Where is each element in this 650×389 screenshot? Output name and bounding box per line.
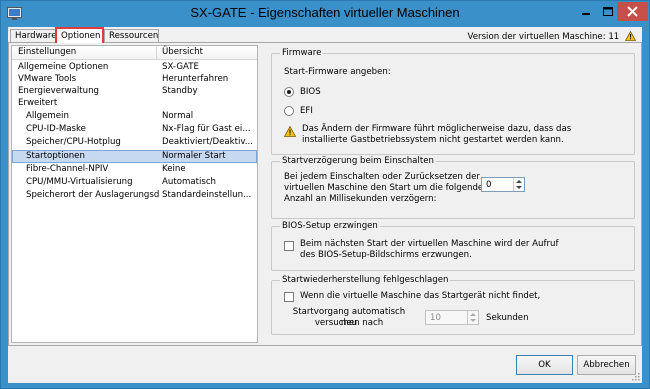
list-item-name: Startoptionen [26, 151, 85, 161]
dialog-client-area: Hardware Optionen Ressourcen Version der… [8, 27, 642, 383]
list-item-cpu-id-maske[interactable]: CPU-ID-Maske Nx-Flag für Gast ei... [12, 124, 257, 136]
resize-grip-icon[interactable] [631, 372, 640, 381]
list-item-name: Allgemein [26, 111, 69, 121]
list-item-erweitert[interactable]: Erweitert [12, 98, 257, 110]
firmware-warning-line1: Das Ändern der Firmware führt möglicherw… [302, 124, 572, 134]
list-item-value: Automatisch [162, 177, 216, 187]
bios-setup-text-line1[interactable]: Beim nächsten Start der virtuellen Masch… [300, 239, 558, 250]
boot-retry-stepper[interactable]: 10 [425, 310, 479, 325]
cancel-button[interactable]: Abbrechen [577, 355, 636, 375]
boot-delay-group: Startverzögerung beim Einschalten Bei je… [271, 156, 635, 219]
boot-retry-checkbox-label[interactable]: Wenn die virtuelle Maschine das Startger… [300, 291, 540, 302]
title-bar[interactable]: SX-GATE - Eigenschaften virtueller Masch… [1, 1, 649, 27]
boot-retry-group: Startwiederherstellung fehlgeschlagen We… [271, 275, 635, 335]
vm-version-info: Version der virtuellen Maschine: 11 [467, 29, 637, 42]
boot-delay-text-line3: Anzahl an Millisekunden verzögern: [284, 194, 437, 204]
radio-selected-dot [287, 90, 291, 94]
boot-retry-checkbox[interactable] [284, 292, 294, 302]
ok-button[interactable]: OK [516, 355, 573, 375]
radio-efi[interactable] [284, 106, 294, 116]
bios-setup-group-title: BIOS-Setup erzwingen [280, 221, 380, 231]
bios-setup-checkbox[interactable] [284, 241, 294, 251]
close-icon[interactable] [617, 2, 648, 21]
list-item-value: Standardeinstellun... [162, 190, 252, 200]
list-item-startoptionen[interactable]: Startoptionen Normaler Start [12, 150, 257, 163]
list-item-value: Deaktiviert/Deaktiv... [162, 137, 253, 147]
firmware-group-title: Firmware [280, 48, 324, 58]
firmware-group: Firmware Start-Firmware angeben: BIOS EF… [271, 48, 635, 155]
arrow-up-icon[interactable] [470, 313, 476, 316]
arrow-down-icon[interactable] [516, 186, 522, 189]
boot-delay-value: 0 [486, 180, 492, 190]
radio-bios[interactable] [284, 87, 294, 97]
list-item-name: CPU/MMU-Virtualisierung [26, 177, 133, 187]
radio-bios-label[interactable]: BIOS [300, 87, 321, 98]
boot-delay-stepper-arrows[interactable] [513, 178, 524, 191]
arrow-up-icon[interactable] [516, 180, 522, 183]
column-divider[interactable] [156, 46, 157, 60]
boot-delay-text-line2: virtuellen Maschine den Start um die fol… [284, 183, 484, 193]
list-item-name: Speicher/CPU-Hotplug [26, 137, 121, 147]
list-item-name: VMware Tools [18, 74, 77, 84]
list-item-name: Fibre-Channel-NPIV [26, 164, 109, 174]
boot-retry-group-title: Startwiederherstellung fehlgeschlagen [280, 275, 451, 285]
list-item-allgemeine-optionen[interactable]: Allgemeine Optionen SX-GATE [12, 62, 257, 74]
list-item-name: CPU-ID-Maske [26, 124, 86, 134]
firmware-warning-line2: installierte Gastbetriebssystem nicht ge… [302, 135, 564, 145]
tab-bar: Hardware Optionen Ressourcen Version der… [8, 27, 642, 43]
minimize-icon[interactable] [573, 2, 599, 21]
list-item-speicherort-auslagerung[interactable]: Speicherort der Auslagerungsd... Standar… [12, 190, 257, 202]
list-item-speicher-cpu-hotplug[interactable]: Speicher/CPU-Hotplug Deaktiviert/Deaktiv… [12, 137, 257, 149]
list-item-vmware-tools[interactable]: VMware Tools Herunterfahren [12, 74, 257, 86]
options-tab-panel: Einstellungen Übersicht Allgemeine Optio… [8, 42, 642, 346]
list-item-value: Normaler Start [162, 151, 226, 161]
tab-hardware[interactable]: Hardware [10, 29, 57, 43]
vm-version-text: Version der virtuellen Maschine: 11 [467, 32, 620, 42]
list-item-allgemein[interactable]: Allgemein Normal [12, 111, 257, 123]
list-item-name: Erweitert [18, 98, 58, 108]
list-item-value: Standby [162, 86, 198, 96]
settings-list: Einstellungen Übersicht Allgemeine Optio… [11, 45, 258, 343]
tab-optionen[interactable]: Optionen [55, 27, 104, 43]
list-item-name: Energieverwaltung [18, 86, 99, 96]
list-item-energieverwaltung[interactable]: Energieverwaltung Standby [12, 86, 257, 98]
bios-setup-group: BIOS-Setup erzwingen Beim nächsten Start… [271, 221, 635, 271]
list-item-value: Nx-Flag für Gast ei... [162, 124, 251, 134]
list-item-value: Keine [162, 164, 186, 174]
list-item-cpu-mmu-virtualisierung[interactable]: CPU/MMU-Virtualisierung Automatisch [12, 177, 257, 189]
firmware-prompt: Start-Firmware angeben: [284, 67, 391, 77]
list-item-value: Herunterfahren [162, 74, 229, 84]
boot-retry-value: 10 [430, 313, 441, 323]
boot-delay-text-line1: Bei jedem Einschalten oder Zurücksetzen … [284, 172, 480, 182]
list-item-value: Normal [162, 111, 194, 121]
list-header: Einstellungen Übersicht [12, 46, 257, 60]
tab-ressourcen[interactable]: Ressourcen [104, 29, 159, 43]
boot-retry-text-line2: versuchen nach [314, 318, 384, 328]
boot-retry-stepper-arrows[interactable] [467, 311, 478, 324]
boot-delay-group-title: Startverzögerung beim Einschalten [280, 156, 436, 166]
window-title: SX-GATE - Eigenschaften virtueller Masch… [190, 5, 460, 20]
boot-retry-unit: Sekunden [486, 313, 529, 323]
list-item-name: Speicherort der Auslagerungsd... [26, 190, 160, 200]
warning-icon [624, 30, 637, 41]
boot-delay-stepper[interactable]: 0 [481, 177, 525, 192]
properties-window: SX-GATE - Eigenschaften virtueller Masch… [0, 0, 650, 389]
list-item-value: SX-GATE [162, 62, 199, 72]
list-item-name: Allgemeine Optionen [18, 62, 109, 72]
bios-setup-text-line2[interactable]: des BIOS-Setup-Bildschirms erzwungen. [300, 250, 472, 261]
arrow-down-icon[interactable] [470, 319, 476, 322]
maximize-icon[interactable] [599, 2, 617, 21]
warning-icon [284, 126, 296, 137]
column-header-summary[interactable]: Übersicht [162, 47, 203, 57]
radio-efi-label[interactable]: EFI [300, 106, 313, 117]
column-header-settings[interactable]: Einstellungen [18, 47, 76, 57]
list-item-fibre-channel-npiv[interactable]: Fibre-Channel-NPIV Keine [12, 164, 257, 176]
